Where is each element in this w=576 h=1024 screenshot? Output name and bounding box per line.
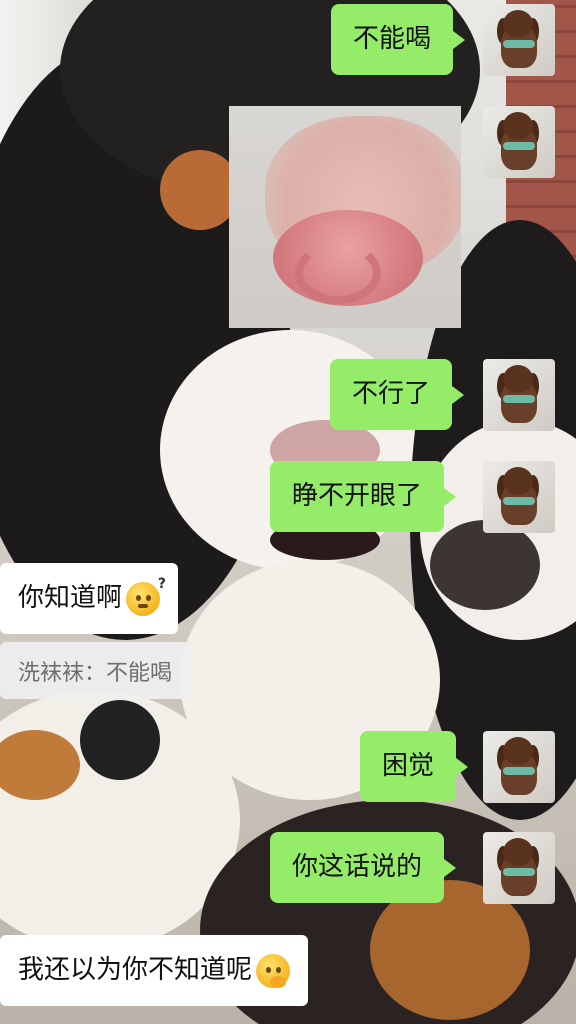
message-text: 我还以为你不知道呢 — [18, 954, 253, 985]
quote-text: 洗袜袜：不能喝 — [18, 660, 173, 686]
hand-over-mouth-emoji — [256, 953, 291, 988]
message-text: 困觉 — [382, 750, 435, 781]
message-bubble-outgoing[interactable]: 你这话说的 — [270, 832, 457, 903]
message-text: 睁不开眼了 — [292, 480, 423, 511]
message-bubble-incoming[interactable]: 你知道啊 ? — [0, 563, 179, 634]
message-text: 不行了 — [352, 378, 431, 409]
message-bubble-outgoing[interactable]: 不行了 — [330, 359, 465, 430]
message-bubble-outgoing[interactable]: 不能喝 — [331, 4, 466, 75]
dog-avatar-icon[interactable] — [483, 4, 555, 76]
message-bubble-incoming[interactable]: 我还以为你不知道呢 — [0, 935, 309, 1006]
message-bubble-outgoing[interactable]: 睁不开眼了 — [270, 461, 457, 532]
dog-avatar-icon[interactable] — [483, 359, 555, 431]
pig-snout-sticker[interactable] — [229, 106, 461, 328]
message-text: 你知道啊 — [18, 582, 123, 613]
quoted-message[interactable]: 洗袜袜：不能喝 — [0, 642, 191, 699]
message-bubble-outgoing[interactable]: 困觉 — [360, 731, 469, 802]
dog-avatar-icon[interactable] — [483, 731, 555, 803]
thinking-face-emoji: ? — [126, 576, 166, 616]
dog-avatar-icon[interactable] — [483, 832, 555, 904]
message-text: 不能喝 — [353, 23, 432, 54]
message-text: 你这话说的 — [292, 851, 423, 882]
dog-avatar-icon[interactable] — [483, 461, 555, 533]
dog-avatar-icon[interactable] — [483, 106, 555, 178]
